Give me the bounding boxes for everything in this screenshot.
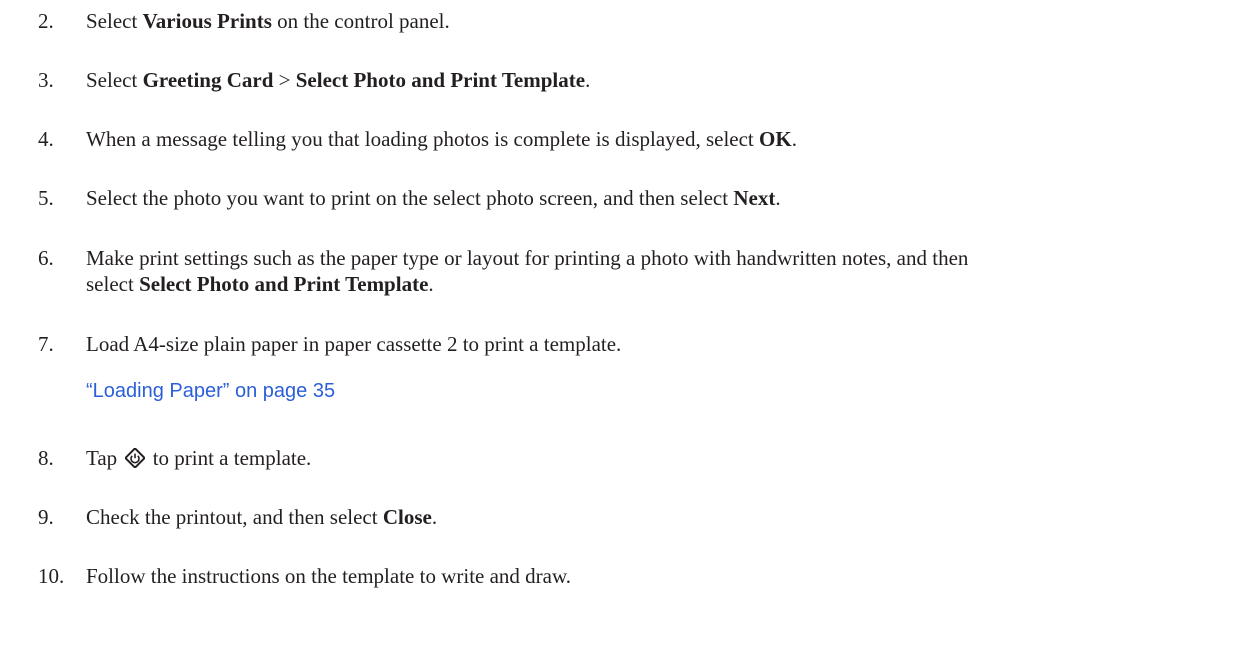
step-number: 3. — [38, 68, 54, 92]
text-run: on the control panel. — [271, 9, 450, 33]
step-number: 8. — [38, 446, 54, 470]
text-run: Check the printout, and then select — [86, 505, 383, 529]
ui-term: Various Prints — [142, 9, 272, 33]
text-run: . — [431, 505, 438, 529]
step-text: Select Various Prints on the control pan… — [86, 8, 1236, 34]
step-number: 2. — [38, 9, 54, 33]
ui-term: Select Photo and Print Template — [295, 68, 586, 92]
ui-term: Next — [733, 186, 776, 210]
step-text: Load A4-size plain paper in paper casset… — [86, 331, 1236, 404]
step-text: Follow the instructions on the template … — [86, 564, 572, 588]
step-number: 5. — [38, 186, 54, 210]
text-run: When a message telling you that loading … — [86, 127, 760, 151]
text-run: Tap — [86, 446, 123, 470]
text-run: . — [585, 68, 591, 92]
step-number: 9. — [38, 505, 54, 529]
step-number: 4. — [38, 127, 54, 151]
text-line: select Select Photo and Print Template. — [86, 271, 1236, 297]
ui-term: Select Photo and Print Template — [139, 272, 429, 296]
step-number: 6. — [38, 246, 54, 270]
text-line: Load A4-size plain paper in paper casset… — [86, 332, 622, 356]
text-run: . — [428, 272, 434, 296]
text-run: . — [791, 127, 797, 151]
text-run: Select the photo you want to print on th… — [86, 186, 734, 210]
text-line: Make print settings such as the paper ty… — [86, 246, 969, 270]
text-run: select — [86, 272, 140, 296]
ui-term: OK — [759, 127, 792, 151]
step-text: Select Greeting Card > Select Photo and … — [86, 67, 1236, 93]
step-number: 7. — [38, 332, 54, 356]
step-text: Select the photo you want to print on th… — [86, 185, 1236, 211]
ui-term: Close — [382, 505, 432, 529]
step-text: Make print settings such as the paper ty… — [86, 245, 1236, 297]
start-button-icon — [125, 448, 146, 468]
step-text: Tap to print a template. — [86, 445, 1236, 471]
loading-paper-link[interactable]: “Loading Paper” on page 35 — [86, 378, 1236, 404]
manual-page: { "steps": [ {"num": "2.", "parts": [{"t… — [0, 0, 1243, 668]
step-text: When a message telling you that loading … — [86, 126, 1236, 152]
step-number: 10. — [38, 564, 65, 588]
text-run: . — [775, 186, 781, 210]
text-run: > — [273, 68, 296, 92]
text-run: Select — [86, 9, 143, 33]
ui-term: Greeting Card — [142, 68, 274, 92]
step-text: Check the printout, and then select Clos… — [86, 504, 1236, 530]
text-run: Select — [86, 68, 143, 92]
text-run: to print a template. — [147, 446, 312, 470]
